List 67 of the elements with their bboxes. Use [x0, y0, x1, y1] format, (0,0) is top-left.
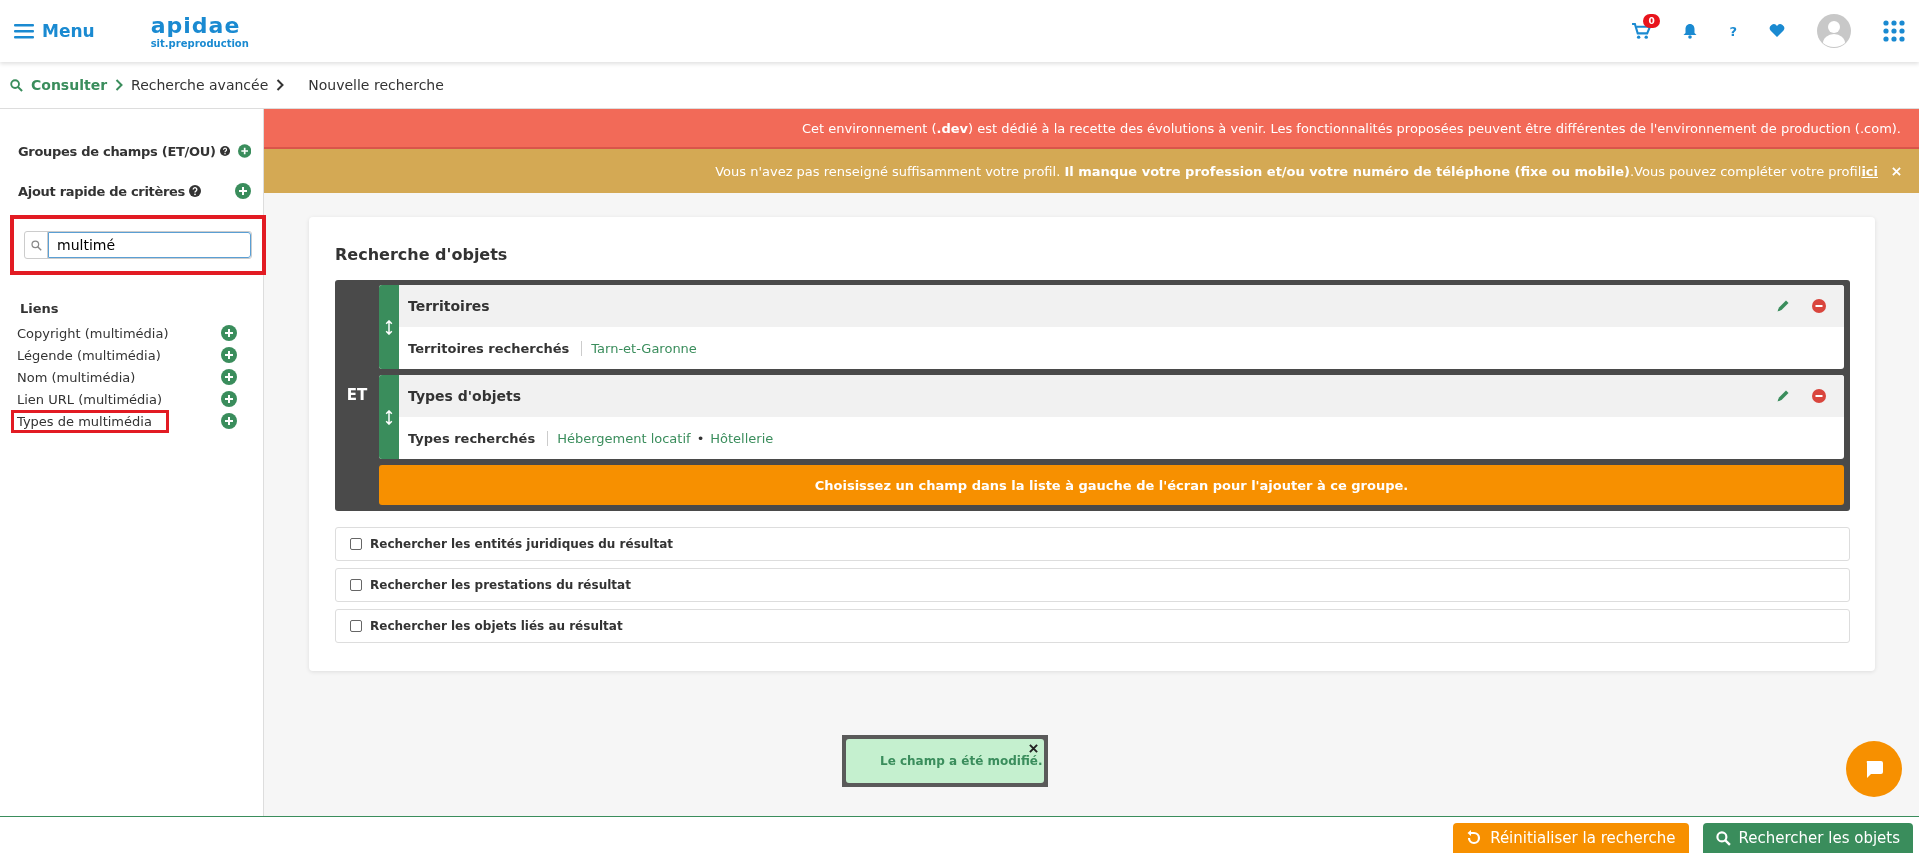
apps-grid-icon[interactable] [1883, 20, 1905, 42]
card-title: Recherche d'objets [335, 245, 509, 264]
search-icon [10, 78, 23, 92]
breadcrumb-link[interactable]: Consulter [31, 77, 108, 93]
chat-bubble-icon [1864, 759, 1884, 779]
search-icon [1715, 830, 1731, 846]
field-list-item[interactable]: Légende (multimédia) [11, 343, 167, 367]
add-icon[interactable] [221, 325, 237, 341]
drag-handle[interactable] [379, 375, 399, 459]
drag-handle[interactable] [379, 285, 399, 369]
chat-button[interactable] [1846, 741, 1902, 797]
search-field[interactable]: multimé [24, 231, 252, 259]
cart-icon[interactable] [1632, 22, 1652, 40]
bell-icon[interactable] [1683, 23, 1698, 39]
criterion-title: Territoires [408, 298, 491, 314]
add-icon[interactable] [221, 413, 237, 429]
chevron-icon [276, 79, 285, 91]
help-icon[interactable] [219, 145, 230, 157]
criterion-label: Types recherchés [408, 430, 537, 446]
remove-icon[interactable] [1812, 389, 1826, 403]
section-title: Ajout rapide de critères [18, 183, 186, 199]
cart-count-badge: 0 [1643, 13, 1660, 28]
criterion-value: Tarn-et-Garonne [591, 340, 697, 356]
section-title: Groupes de champs (ET/OU) [18, 143, 216, 159]
checkbox[interactable] [350, 620, 362, 632]
option-label: Rechercher les prestations du résultat [370, 578, 631, 592]
criterion-label: Territoires recherchés [408, 340, 571, 356]
heart-icon[interactable] [1769, 24, 1785, 38]
field-list-item[interactable]: Nom (multimédia) [11, 365, 142, 389]
checkbox[interactable] [350, 538, 362, 550]
search-icon [30, 239, 42, 251]
banner-text: Vous n'avez pas renseigné suffisamment votre profil. Il manque votre profession et/ou votre numéro de téléphone (fixe ou mobile).Vous pouvez compléter votre profilici [715, 163, 1878, 179]
undo-icon [1466, 830, 1483, 846]
criterion-value: Hébergement locatif [557, 430, 691, 446]
add-icon[interactable] [221, 391, 237, 407]
logo-subtitle: sit.preproduction [150, 38, 249, 49]
remove-icon[interactable] [1812, 299, 1826, 313]
menu-button[interactable]: Menu [14, 21, 95, 41]
pencil-icon[interactable] [1776, 389, 1790, 403]
option-label: Rechercher les objets liés au résultat [370, 619, 623, 633]
menu-icon [14, 23, 34, 39]
add-icon[interactable] [237, 143, 251, 159]
banner-text: Cet environnement (.dev) est dédié à la recette des évolutions à venir. Les fonctionnalités proposées peuvent être différentes de l'environnement de production (.com). [802, 120, 1901, 136]
option-label: Rechercher les entités juridiques du résultat [370, 537, 673, 551]
breadcrumb-link[interactable]: Recherche avancée [131, 77, 269, 93]
logo[interactable]: apidae [150, 13, 249, 38]
add-icon[interactable] [221, 369, 237, 385]
add-icon[interactable] [221, 347, 237, 363]
field-list-item[interactable]: Copyright (multimédia) [11, 321, 175, 345]
criterion-title: Types d'objets [408, 388, 522, 404]
help-icon[interactable] [189, 185, 202, 197]
hint-bar: Choisissez un champ dans la liste à gauche de l'écran pour l'ajouter à ce groupe. [379, 465, 1844, 505]
search-button[interactable]: Rechercher les objets [1702, 823, 1913, 853]
checkbox[interactable] [350, 579, 362, 591]
chevron-icon [115, 79, 124, 91]
close-icon[interactable] [1029, 744, 1038, 753]
help-link[interactable]: ? [1729, 23, 1737, 39]
operator-label: ET [346, 386, 368, 404]
add-icon[interactable] [235, 183, 251, 199]
toast-message: Le champ a été modifié. [880, 754, 1043, 768]
field-list-item[interactable]: Types de multimédia [11, 409, 169, 433]
breadcrumb-current: Nouvelle recherche [308, 77, 444, 93]
pencil-icon[interactable] [1776, 299, 1790, 313]
criterion-value: Hôtellerie [710, 430, 774, 446]
separator-dot: • [696, 430, 705, 446]
group-title: Liens [20, 301, 60, 316]
field-list-item[interactable]: Lien URL (multimédia) [11, 387, 168, 411]
